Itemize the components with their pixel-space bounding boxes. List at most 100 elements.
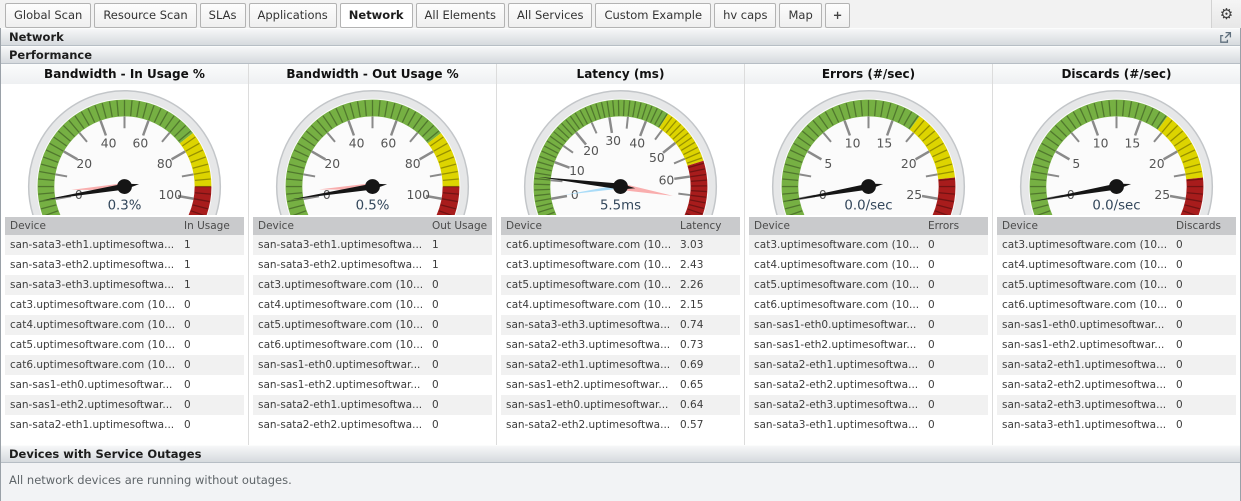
tab-network[interactable]: Network bbox=[340, 3, 413, 28]
table-row: san-sata2-eth3.uptimesoftwa...0 bbox=[749, 395, 988, 415]
device-cell: cat5.uptimesoftware.com (10... bbox=[253, 315, 430, 335]
add-tab-button[interactable]: + bbox=[825, 3, 851, 28]
gauge-panel-bandwidth-in-usage: Bandwidth - In Usage %0204060801000.3%De… bbox=[1, 64, 249, 445]
value-cell: 0 bbox=[182, 315, 244, 335]
table-row: cat5.uptimesoftware.com (10...2.26 bbox=[501, 275, 740, 295]
value-cell: 0 bbox=[182, 355, 244, 375]
value-cell: 0 bbox=[926, 375, 988, 395]
tab-resource-scan[interactable]: Resource Scan bbox=[94, 3, 196, 28]
tick-label: 20 bbox=[1149, 157, 1165, 171]
tick-label: 20 bbox=[901, 157, 917, 171]
device-cell: san-sata3-eth1.uptimesoftwa... bbox=[253, 235, 430, 255]
performance-section-bar: Performance bbox=[1, 46, 1240, 64]
device-cell: san-sata3-eth3.uptimesoftwa... bbox=[501, 315, 678, 335]
device-cell: san-sata3-eth2.uptimesoftwa... bbox=[253, 255, 430, 275]
value-cell: 1 bbox=[182, 255, 244, 275]
outages-section-bar: Devices with Service Outages bbox=[1, 445, 1240, 463]
table-row: san-sas1-eth0.uptimesoftwar...0.64 bbox=[501, 395, 740, 415]
value-cell: 0 bbox=[430, 335, 492, 355]
device-cell: san-sata2-eth3.uptimesoftwa... bbox=[997, 395, 1174, 415]
tick-label: 60 bbox=[133, 136, 149, 150]
table-row: san-sata2-eth2.uptimesoftwa...0.57 bbox=[501, 415, 740, 435]
gauge-container: 0204060801000.5% bbox=[249, 84, 496, 215]
table-row: cat5.uptimesoftware.com (10...0 bbox=[253, 315, 492, 335]
tab-custom-example[interactable]: Custom Example bbox=[595, 3, 711, 28]
device-cell: cat3.uptimesoftware.com (10... bbox=[749, 235, 926, 255]
device-cell: san-sata2-eth2.uptimesoftwa... bbox=[253, 415, 430, 435]
tick-label: 10 bbox=[1093, 136, 1109, 150]
tab-slas[interactable]: SLAs bbox=[200, 3, 246, 28]
tab-map[interactable]: Map bbox=[779, 3, 821, 28]
table-row: san-sas1-eth2.uptimesoftwar...0 bbox=[997, 335, 1236, 355]
device-cell: cat6.uptimesoftware.com (10... bbox=[997, 295, 1174, 315]
tick-label: 25 bbox=[1154, 188, 1170, 202]
needle-hub bbox=[861, 179, 876, 194]
table-row: san-sas1-eth0.uptimesoftwar...0 bbox=[997, 315, 1236, 335]
device-cell: san-sas1-eth2.uptimesoftwar... bbox=[501, 375, 678, 395]
dashboard-frame: Network Performance Bandwidth - In Usage… bbox=[0, 28, 1241, 501]
value-cell: 0 bbox=[430, 295, 492, 315]
tick-label: 60 bbox=[381, 136, 397, 150]
gauge-container: 01020304050605.5ms bbox=[497, 84, 744, 215]
value-cell: 0 bbox=[430, 375, 492, 395]
value-cell: 0.69 bbox=[678, 355, 740, 375]
device-cell: san-sas1-eth0.uptimesoftwar... bbox=[5, 375, 182, 395]
tab-applications[interactable]: Applications bbox=[249, 3, 337, 28]
device-cell: san-sata2-eth1.uptimesoftwa... bbox=[501, 355, 678, 375]
needle-hub bbox=[613, 179, 628, 194]
value-cell: 0 bbox=[1174, 255, 1236, 275]
tab-all-services[interactable]: All Services bbox=[508, 3, 592, 28]
gauge-title: Bandwidth - In Usage % bbox=[1, 64, 248, 84]
value-cell: 0 bbox=[1174, 395, 1236, 415]
device-cell: cat5.uptimesoftware.com (10... bbox=[5, 335, 182, 355]
tick-label: 20 bbox=[76, 157, 92, 171]
table-row: cat6.uptimesoftware.com (10...0 bbox=[997, 295, 1236, 315]
tick-label: 15 bbox=[1125, 136, 1141, 150]
device-cell: san-sata2-eth3.uptimesoftwa... bbox=[501, 335, 678, 355]
tick-label: 40 bbox=[101, 136, 117, 150]
gauge-title: Bandwidth - Out Usage % bbox=[249, 64, 496, 84]
value-cell: 0 bbox=[430, 315, 492, 335]
tick-label: 10 bbox=[569, 164, 585, 178]
table-row: san-sata2-eth1.uptimesoftwa...0 bbox=[5, 415, 244, 435]
tab-hv-caps[interactable]: hv caps bbox=[714, 3, 776, 28]
value-cell: 0.65 bbox=[678, 375, 740, 395]
minor-tick bbox=[623, 100, 624, 116]
device-table-head: DeviceOut Usage bbox=[253, 217, 492, 235]
gauge-dial: 0204060801000.3% bbox=[1, 84, 248, 215]
medium-tick bbox=[627, 117, 628, 129]
table-row: san-sas1-eth0.uptimesoftwar...0 bbox=[5, 375, 244, 395]
tab-all-elements[interactable]: All Elements bbox=[416, 3, 506, 28]
settings-button[interactable]: ⚙ bbox=[1211, 0, 1241, 28]
device-table-head: DeviceIn Usage bbox=[5, 217, 244, 235]
tab-global-scan[interactable]: Global Scan bbox=[5, 3, 91, 28]
value-cell: 0 bbox=[430, 355, 492, 375]
device-table-body: san-sata3-eth1.uptimesoftwa...1san-sata3… bbox=[253, 235, 492, 435]
table-row: cat3.uptimesoftware.com (10...0 bbox=[5, 295, 244, 315]
gauge-panel-bandwidth-out-usage: Bandwidth - Out Usage %0204060801000.5%D… bbox=[249, 64, 497, 445]
device-table: DeviceOut Usagesan-sata3-eth1.uptimesoft… bbox=[253, 217, 492, 435]
table-row: cat5.uptimesoftware.com (10...0 bbox=[997, 275, 1236, 295]
minor-tick bbox=[534, 189, 550, 190]
open-in-new-window-icon[interactable] bbox=[1218, 30, 1232, 44]
table-row: san-sata3-eth1.uptimesoftwa...0 bbox=[749, 415, 988, 435]
tick-label: 30 bbox=[605, 134, 621, 148]
tick-label: 10 bbox=[845, 136, 861, 150]
tick-label: 40 bbox=[629, 137, 645, 151]
gauge-title: Errors (#/sec) bbox=[745, 64, 992, 84]
device-cell: cat4.uptimesoftware.com (10... bbox=[501, 295, 678, 315]
gauge-panel-errors-sec: Errors (#/sec)05101520250.0/secDeviceErr… bbox=[745, 64, 993, 445]
table-row: cat4.uptimesoftware.com (10...0 bbox=[253, 295, 492, 315]
table-row: san-sas1-eth2.uptimesoftwar...0 bbox=[749, 335, 988, 355]
table-row: san-sas1-eth2.uptimesoftwar...0 bbox=[5, 395, 244, 415]
gauge-dial: 0204060801000.5% bbox=[249, 84, 496, 215]
device-cell: cat3.uptimesoftware.com (10... bbox=[253, 275, 430, 295]
device-cell: cat3.uptimesoftware.com (10... bbox=[5, 295, 182, 315]
device-cell: san-sas1-eth2.uptimesoftwar... bbox=[997, 335, 1174, 355]
table-row: san-sas1-eth2.uptimesoftwar...0.65 bbox=[501, 375, 740, 395]
gauge-dial: 01020304050605.5ms bbox=[497, 84, 744, 215]
value-cell: 0 bbox=[430, 275, 492, 295]
value-cell: 0 bbox=[1174, 235, 1236, 255]
value-cell: 0 bbox=[926, 235, 988, 255]
value-cell: 0.57 bbox=[678, 415, 740, 435]
